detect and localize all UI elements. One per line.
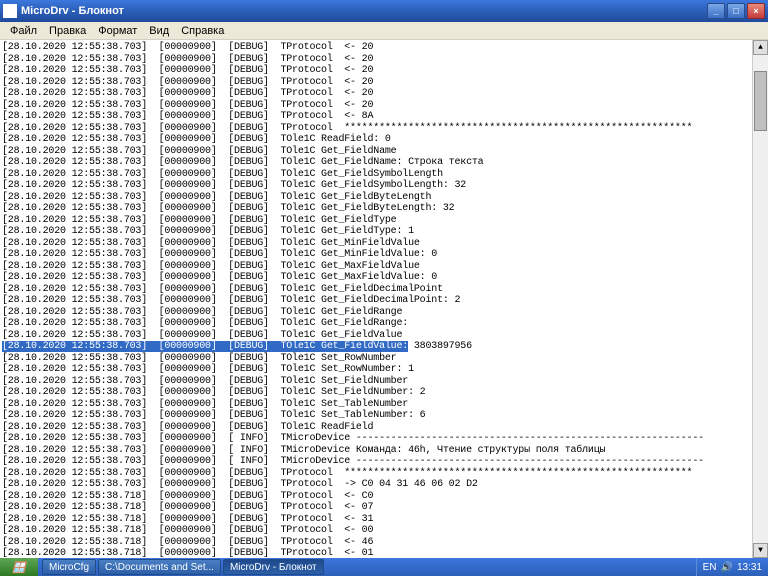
- log-line: [28.10.2020 12:55:38.703] [00000900] [DE…: [2, 88, 766, 100]
- log-line: [28.10.2020 12:55:38.703] [00000900] [ I…: [2, 445, 766, 457]
- log-line: [28.10.2020 12:55:38.703] [00000900] [DE…: [2, 157, 766, 169]
- log-line: [28.10.2020 12:55:38.718] [00000900] [DE…: [2, 491, 766, 503]
- minimize-button[interactable]: _: [707, 3, 725, 19]
- menu-help[interactable]: Справка: [175, 23, 230, 39]
- language-indicator[interactable]: EN: [703, 562, 717, 573]
- log-line: [28.10.2020 12:55:38.703] [00000900] [DE…: [2, 54, 766, 66]
- log-line: [28.10.2020 12:55:38.703] [00000900] [DE…: [2, 123, 766, 135]
- log-line: [28.10.2020 12:55:38.703] [00000900] [DE…: [2, 226, 766, 238]
- log-line: [28.10.2020 12:55:38.703] [00000900] [DE…: [2, 468, 766, 480]
- log-line: [28.10.2020 12:55:38.703] [00000900] [DE…: [2, 330, 766, 342]
- log-line: [28.10.2020 12:55:38.703] [00000900] [DE…: [2, 249, 766, 261]
- maximize-button[interactable]: □: [727, 3, 745, 19]
- log-line: [28.10.2020 12:55:38.703] [00000900] [DE…: [2, 100, 766, 112]
- menu-file[interactable]: Файл: [4, 23, 43, 39]
- log-line: [28.10.2020 12:55:38.703] [00000900] [DE…: [2, 341, 766, 353]
- log-line: [28.10.2020 12:55:38.703] [00000900] [DE…: [2, 387, 766, 399]
- log-line: [28.10.2020 12:55:38.718] [00000900] [DE…: [2, 525, 766, 537]
- start-button[interactable]: 🪟: [0, 558, 38, 576]
- system-tray: EN 🔊 13:31: [696, 558, 768, 576]
- log-line: [28.10.2020 12:55:38.703] [00000900] [DE…: [2, 215, 766, 227]
- vertical-scrollbar[interactable]: ▲ ▼: [752, 40, 768, 558]
- window-buttons: _ □ ×: [707, 3, 765, 19]
- titlebar: MicroDrv - Блокнот _ □ ×: [0, 0, 768, 22]
- taskbar-item-microcfg[interactable]: MicroCfg: [42, 559, 96, 575]
- log-line: [28.10.2020 12:55:38.703] [00000900] [DE…: [2, 479, 766, 491]
- log-line: [28.10.2020 12:55:38.718] [00000900] [DE…: [2, 502, 766, 514]
- log-line: [28.10.2020 12:55:38.703] [00000900] [DE…: [2, 295, 766, 307]
- log-line: [28.10.2020 12:55:38.703] [00000900] [DE…: [2, 192, 766, 204]
- app-icon: [3, 4, 17, 18]
- tray-icon[interactable]: 🔊: [721, 562, 733, 573]
- log-line: [28.10.2020 12:55:38.703] [00000900] [DE…: [2, 376, 766, 388]
- taskbar: 🪟 MicroCfg C:\Documents and Set... Micro…: [0, 558, 768, 576]
- log-line: [28.10.2020 12:55:38.718] [00000900] [DE…: [2, 548, 766, 558]
- menu-view[interactable]: Вид: [143, 23, 175, 39]
- text-content[interactable]: [28.10.2020 12:55:38.703] [00000900] [DE…: [0, 40, 768, 558]
- log-line: [28.10.2020 12:55:38.703] [00000900] [DE…: [2, 146, 766, 158]
- scroll-up-arrow[interactable]: ▲: [753, 40, 768, 55]
- log-line: [28.10.2020 12:55:38.703] [00000900] [DE…: [2, 318, 766, 330]
- log-line: [28.10.2020 12:55:38.703] [00000900] [DE…: [2, 134, 766, 146]
- log-line: [28.10.2020 12:55:38.718] [00000900] [DE…: [2, 514, 766, 526]
- log-line: [28.10.2020 12:55:38.703] [00000900] [DE…: [2, 410, 766, 422]
- log-line: [28.10.2020 12:55:38.718] [00000900] [DE…: [2, 537, 766, 549]
- scrollbar-thumb[interactable]: [754, 71, 767, 131]
- menu-format[interactable]: Формат: [92, 23, 143, 39]
- log-line: [28.10.2020 12:55:38.703] [00000900] [DE…: [2, 77, 766, 89]
- log-line: [28.10.2020 12:55:38.703] [00000900] [DE…: [2, 169, 766, 181]
- log-line: [28.10.2020 12:55:38.703] [00000900] [DE…: [2, 238, 766, 250]
- taskbar-item-documents[interactable]: C:\Documents and Set...: [98, 559, 221, 575]
- log-line: [28.10.2020 12:55:38.703] [00000900] [DE…: [2, 353, 766, 365]
- log-line: [28.10.2020 12:55:38.703] [00000900] [DE…: [2, 261, 766, 273]
- log-line: [28.10.2020 12:55:38.703] [00000900] [DE…: [2, 180, 766, 192]
- log-line: [28.10.2020 12:55:38.703] [00000900] [DE…: [2, 42, 766, 54]
- log-line: [28.10.2020 12:55:38.703] [00000900] [ I…: [2, 456, 766, 468]
- clock[interactable]: 13:31: [737, 562, 762, 573]
- log-line: [28.10.2020 12:55:38.703] [00000900] [DE…: [2, 307, 766, 319]
- window-title: MicroDrv - Блокнот: [21, 5, 707, 17]
- log-line: [28.10.2020 12:55:38.703] [00000900] [DE…: [2, 65, 766, 77]
- menu-edit[interactable]: Правка: [43, 23, 92, 39]
- log-line: [28.10.2020 12:55:38.703] [00000900] [DE…: [2, 111, 766, 123]
- taskbar-item-microdrv[interactable]: MicroDrv - Блокнот: [223, 559, 324, 575]
- log-line: [28.10.2020 12:55:38.703] [00000900] [ I…: [2, 433, 766, 445]
- scroll-down-arrow[interactable]: ▼: [753, 543, 768, 558]
- log-line: [28.10.2020 12:55:38.703] [00000900] [DE…: [2, 203, 766, 215]
- log-line: [28.10.2020 12:55:38.703] [00000900] [DE…: [2, 272, 766, 284]
- log-line: [28.10.2020 12:55:38.703] [00000900] [DE…: [2, 284, 766, 296]
- menubar: Файл Правка Формат Вид Справка: [0, 22, 768, 40]
- log-line: [28.10.2020 12:55:38.703] [00000900] [DE…: [2, 422, 766, 434]
- log-line: [28.10.2020 12:55:38.703] [00000900] [DE…: [2, 399, 766, 411]
- close-button[interactable]: ×: [747, 3, 765, 19]
- log-line: [28.10.2020 12:55:38.703] [00000900] [DE…: [2, 364, 766, 376]
